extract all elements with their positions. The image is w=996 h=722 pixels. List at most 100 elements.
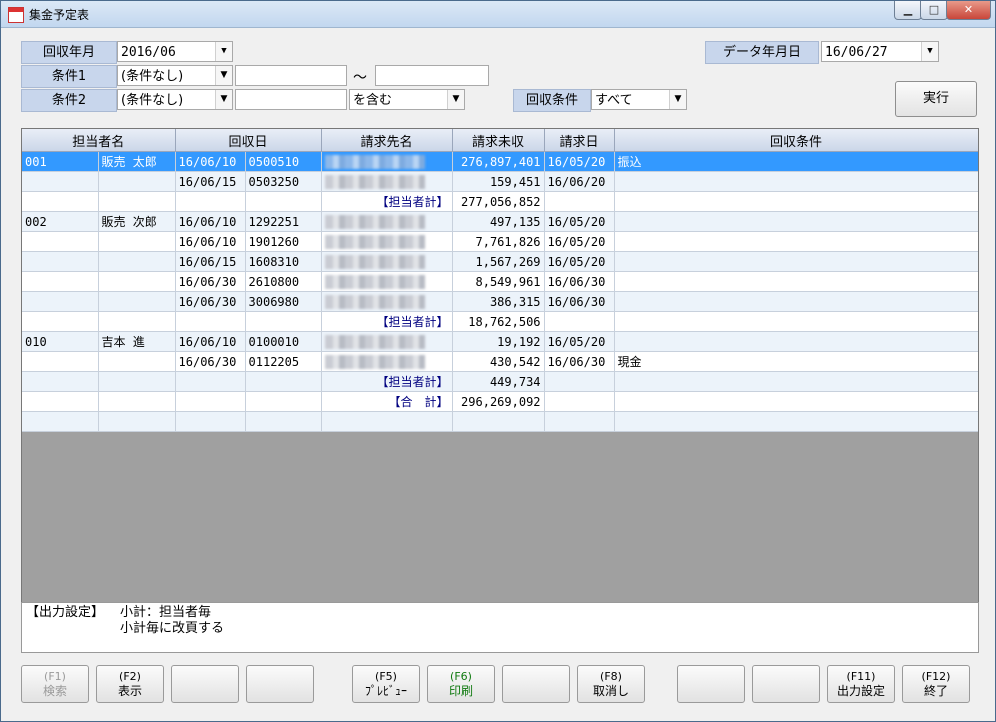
receivable-cell[interactable]: 18,762,506 [452,311,545,332]
bill-date-cell[interactable]: 16/05/20 [544,231,615,252]
fkey-f1-button[interactable]: (F1) 検索 [21,665,89,703]
customer-name-cell[interactable] [321,291,453,312]
staff-code-cell[interactable] [22,251,99,272]
bill-date-cell[interactable]: 16/06/30 [544,351,615,372]
receivable-cell[interactable]: 19,192 [452,331,545,352]
schedule-grid[interactable]: 担当者名 回収日 請求先名 請求未収 請求日 回収条件 001 販売 太郎 16/0… [21,128,979,622]
receivable-cell[interactable]: 277,056,852 [452,191,545,212]
col-header-staff[interactable]: 担当者名 [22,129,176,152]
customer-name-cell[interactable] [321,271,453,292]
chevron-down-icon[interactable]: ▼ [215,90,232,109]
bill-date-cell[interactable]: 16/06/30 [544,291,615,312]
maximize-icon[interactable]: □ [920,1,948,20]
collect-cond-select[interactable]: すべて ▼ [591,89,687,110]
bill-date-cell[interactable] [544,371,615,392]
collect-date-cell[interactable]: 16/06/10 [175,151,246,172]
customer-name-cell[interactable] [321,151,453,172]
fkey-f11-button[interactable]: (F11) 出力設定 [827,665,895,703]
collect-date-cell[interactable]: 16/06/30 [175,351,246,372]
close-icon[interactable]: ✕ [946,1,991,20]
customer-code-cell[interactable]: 2610800 [245,271,322,292]
customer-name-cell[interactable] [321,251,453,272]
customer-code-cell[interactable] [245,391,322,412]
staff-name-cell[interactable] [98,351,176,372]
table-row[interactable]: 16/06/15 1608310 1,567,269 16/05/20 [22,251,978,272]
staff-name-cell[interactable]: 販売 太郎 [98,151,176,172]
receivable-cell[interactable]: 296,269,092 [452,391,545,412]
chevron-down-icon[interactable]: ▼ [215,66,232,85]
collect-cond-cell[interactable]: 振込 [614,151,978,172]
collect-cond-cell[interactable] [614,251,978,272]
collect-date-cell[interactable] [175,311,246,332]
customer-name-cell[interactable] [321,351,453,372]
customer-code-cell[interactable]: 0503250 [245,171,322,192]
collect-cond-cell[interactable] [614,271,978,292]
fkey-f8-button[interactable]: (F8) 取消し [577,665,645,703]
staff-name-cell[interactable] [98,231,176,252]
collect-date-cell[interactable]: 16/06/10 [175,231,246,252]
staff-code-cell[interactable] [22,391,99,412]
staff-code-cell[interactable]: 002 [22,211,99,232]
chevron-down-icon[interactable]: ▼ [215,42,232,61]
table-row[interactable]: 16/06/30 0112205 430,542 16/06/30 現金 [22,351,978,372]
cond1-from-input[interactable] [235,65,347,86]
col-header-bill-date[interactable]: 請求日 [544,129,615,152]
staff-name-cell[interactable] [98,291,176,312]
fkey-f5-button[interactable]: (F5) ﾌﾟﾚﾋﾞｭｰ [352,665,420,703]
table-row[interactable]: 【担当者計】 18,762,506 [22,311,978,332]
collect-date-cell[interactable]: 16/06/10 [175,331,246,352]
bill-date-cell[interactable] [544,391,615,412]
customer-code-cell[interactable]: 0112205 [245,351,322,372]
receivable-cell[interactable]: 497,135 [452,211,545,232]
staff-code-cell[interactable] [22,411,99,432]
fkey-f12-button[interactable]: (F12) 終了 [902,665,970,703]
customer-name-cell[interactable]: 【担当者計】 [321,191,453,212]
table-row[interactable]: 010 吉本 進 16/06/10 0100010 19,192 16/05/20 [22,331,978,352]
collect-cond-cell[interactable] [614,331,978,352]
customer-code-cell[interactable]: 0500510 [245,151,322,172]
table-row[interactable]: 【担当者計】 449,734 [22,371,978,392]
collect-cond-cell[interactable] [614,191,978,212]
customer-code-cell[interactable] [245,411,322,432]
fkey-empty-button[interactable] [677,665,745,703]
collect-cond-cell[interactable] [614,171,978,192]
chevron-down-icon[interactable]: ▼ [921,42,938,61]
staff-code-cell[interactable] [22,271,99,292]
bill-date-cell[interactable]: 16/05/20 [544,211,615,232]
customer-name-cell[interactable]: 【担当者計】 [321,371,453,392]
customer-code-cell[interactable]: 1901260 [245,231,322,252]
receivable-cell[interactable]: 7,761,826 [452,231,545,252]
minimize-icon[interactable]: ▁ [894,1,922,20]
customer-code-cell[interactable]: 1292251 [245,211,322,232]
staff-name-cell[interactable]: 販売 次郎 [98,211,176,232]
staff-name-cell[interactable] [98,411,176,432]
receivable-cell[interactable]: 386,315 [452,291,545,312]
customer-code-cell[interactable]: 0100010 [245,331,322,352]
collect-cond-cell[interactable] [614,391,978,412]
staff-name-cell[interactable] [98,391,176,412]
table-row[interactable]: 001 販売 太郎 16/06/10 0500510 276,897,401 16/05/… [22,151,978,172]
collect-date-cell[interactable] [175,411,246,432]
collect-month-select[interactable]: 2016/06 ▼ [117,41,233,62]
table-row[interactable]: 16/06/15 0503250 159,451 16/06/20 [22,171,978,192]
cond2-match-select[interactable]: を含む ▼ [349,89,465,110]
fkey-empty-button[interactable] [246,665,314,703]
collect-date-cell[interactable] [175,191,246,212]
fkey-empty-button[interactable] [752,665,820,703]
collect-date-cell[interactable]: 16/06/15 [175,251,246,272]
chevron-down-icon[interactable]: ▼ [447,90,464,109]
table-row[interactable]: 16/06/30 3006980 386,315 16/06/30 [22,291,978,312]
customer-name-cell[interactable] [321,231,453,252]
staff-code-cell[interactable]: 010 [22,331,99,352]
collect-cond-cell[interactable] [614,231,978,252]
table-row[interactable]: 002 販売 次郎 16/06/10 1292251 497,135 16/05/20 [22,211,978,232]
customer-code-cell[interactable]: 1608310 [245,251,322,272]
collect-date-cell[interactable]: 16/06/30 [175,291,246,312]
staff-code-cell[interactable] [22,351,99,372]
customer-name-cell[interactable] [321,411,453,432]
data-date-select[interactable]: 16/06/27 ▼ [821,41,939,62]
customer-code-cell[interactable]: 3006980 [245,291,322,312]
staff-name-cell[interactable] [98,171,176,192]
col-header-receivable[interactable]: 請求未収 [452,129,545,152]
cond2-select[interactable]: (条件なし) ▼ [117,89,233,110]
